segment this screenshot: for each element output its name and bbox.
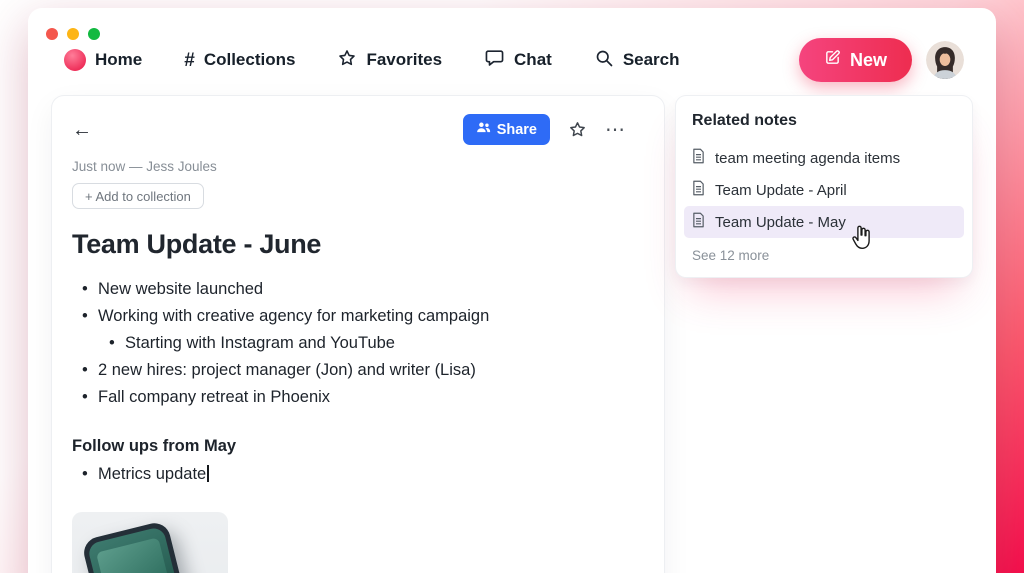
bullet-item[interactable]: Working with creative agency for marketi… bbox=[72, 303, 626, 330]
section-heading: Follow ups from May bbox=[72, 437, 626, 456]
bullet-item[interactable]: 2 new hires: project manager (Jon) and w… bbox=[72, 357, 626, 384]
document-panel: ← Share ⋯ Just now — Jess Joules + Add t… bbox=[52, 96, 664, 573]
favorite-star-button[interactable] bbox=[568, 120, 587, 139]
related-note-item[interactable]: Team Update - April bbox=[684, 174, 964, 206]
document-toolbar: ← Share ⋯ bbox=[72, 114, 626, 145]
nav-links: Home # Collections Favorites Chat bbox=[64, 47, 799, 73]
embedded-image[interactable] bbox=[72, 512, 228, 573]
close-window-button[interactable] bbox=[46, 28, 58, 40]
see-more-link[interactable]: See 12 more bbox=[676, 248, 972, 263]
user-avatar[interactable] bbox=[926, 41, 964, 79]
maximize-window-button[interactable] bbox=[88, 28, 100, 40]
nav-search-label: Search bbox=[623, 50, 680, 70]
phone-screen-photo bbox=[96, 537, 170, 573]
text-caret bbox=[207, 465, 209, 482]
more-options-button[interactable]: ⋯ bbox=[605, 120, 626, 140]
nav-item-home[interactable]: Home bbox=[64, 49, 142, 71]
nav-home-label: Home bbox=[95, 50, 142, 70]
share-button-label: Share bbox=[497, 122, 537, 138]
phone-illustration bbox=[81, 520, 208, 573]
related-note-item-hovered[interactable]: Team Update - May bbox=[684, 206, 964, 238]
add-to-collection-button[interactable]: + Add to collection bbox=[72, 183, 204, 209]
minimize-window-button[interactable] bbox=[67, 28, 79, 40]
related-note-label: Team Update - April bbox=[715, 182, 847, 199]
related-note-item[interactable]: team meeting agenda items bbox=[684, 142, 964, 174]
back-arrow-button[interactable]: ← bbox=[72, 120, 92, 140]
related-note-label: Team Update - May bbox=[715, 214, 846, 231]
document-meta: Just now — Jess Joules bbox=[72, 159, 626, 174]
document-icon bbox=[692, 148, 705, 168]
document-actions: Share ⋯ bbox=[463, 114, 626, 145]
nav-actions: New bbox=[799, 38, 964, 82]
bullet-item-editing[interactable]: Metrics update bbox=[72, 461, 626, 488]
document-icon bbox=[692, 212, 705, 232]
phone-screen bbox=[87, 526, 201, 573]
nav-item-search[interactable]: Search bbox=[594, 48, 680, 73]
page-title: Team Update - June bbox=[72, 229, 626, 260]
top-nav: Home # Collections Favorites Chat bbox=[64, 38, 964, 82]
followup-list: Metrics update bbox=[72, 461, 626, 488]
nav-collections-label: Collections bbox=[204, 50, 296, 70]
window-controls bbox=[46, 28, 100, 40]
nav-chat-label: Chat bbox=[514, 50, 552, 70]
app-logo-icon bbox=[64, 49, 86, 71]
new-note-button[interactable]: New bbox=[799, 38, 912, 82]
new-button-label: New bbox=[850, 50, 887, 71]
nav-item-chat[interactable]: Chat bbox=[484, 47, 552, 73]
followup-text: Metrics update bbox=[98, 465, 206, 483]
share-button[interactable]: Share bbox=[463, 114, 550, 145]
star-icon bbox=[337, 48, 357, 73]
bullet-item[interactable]: New website launched bbox=[72, 276, 626, 303]
nav-item-favorites[interactable]: Favorites bbox=[337, 48, 442, 73]
people-icon bbox=[476, 120, 491, 139]
document-icon bbox=[692, 180, 705, 200]
edit-pencil-icon bbox=[824, 49, 841, 71]
search-icon bbox=[594, 48, 614, 73]
app-window: Home # Collections Favorites Chat bbox=[28, 8, 996, 573]
related-note-label: team meeting agenda items bbox=[715, 150, 900, 167]
nav-favorites-label: Favorites bbox=[366, 50, 442, 70]
bullet-list: New website launched Working with creati… bbox=[72, 276, 626, 411]
hash-icon: # bbox=[184, 51, 195, 70]
bullet-item-nested[interactable]: Starting with Instagram and YouTube bbox=[99, 330, 626, 357]
related-notes-panel: Related notes team meeting agenda items … bbox=[676, 96, 972, 277]
related-notes-heading: Related notes bbox=[676, 112, 972, 130]
nav-item-collections[interactable]: # Collections bbox=[184, 50, 295, 70]
chat-bubble-icon bbox=[484, 47, 505, 73]
bullet-item[interactable]: Fall company retreat in Phoenix bbox=[72, 384, 626, 411]
